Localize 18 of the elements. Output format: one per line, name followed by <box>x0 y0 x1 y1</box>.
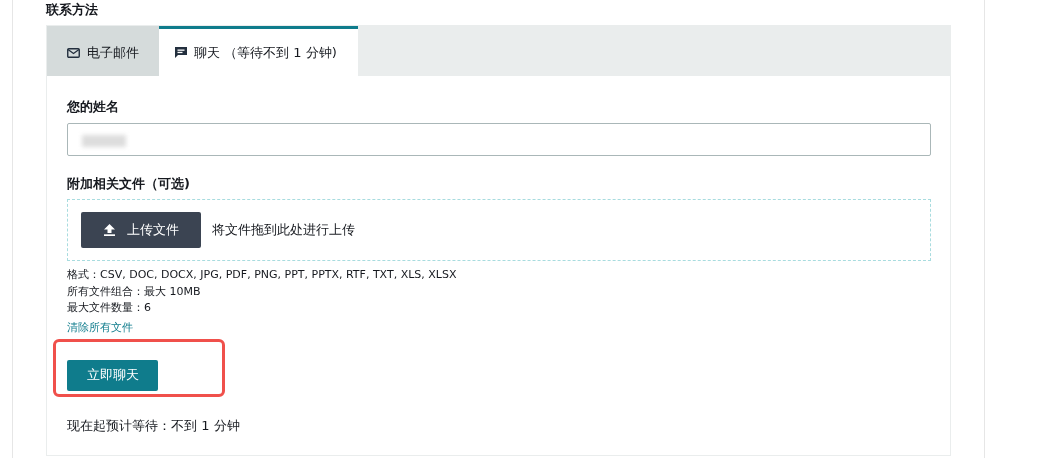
name-field[interactable] <box>67 123 931 156</box>
chat-icon <box>175 47 187 58</box>
field-label: 您的姓名 <box>67 98 119 116</box>
mail-icon <box>67 47 80 58</box>
chat-now-button[interactable]: 立即聊天 <box>67 359 158 391</box>
field-label: 附加相关文件（可选) <box>67 175 190 193</box>
section-title: 联系方法 <box>46 1 98 18</box>
upload-button[interactable]: 上传文件 <box>81 212 201 248</box>
clear-files-link[interactable]: 清除所有文件 <box>67 319 133 335</box>
upload-icon <box>103 224 115 236</box>
tab[interactable]: 聊天 （等待不到 1 分钟) <box>159 26 358 76</box>
drop-hint: 将文件拖到此处进行上传 <box>212 221 355 239</box>
drop-zone[interactable]: 上传文件 将文件拖到此处进行上传 <box>67 199 931 261</box>
file-limit-note: 最大文件数量：6 <box>67 300 151 316</box>
wait-time-text: 现在起预计等待：不到 1 分钟 <box>67 416 240 435</box>
file-limit-note: 所有文件组合：最大 10MB <box>67 283 201 300</box>
tab[interactable]: 电子邮件 <box>47 26 159 76</box>
file-limit-note: 格式：CSV, DOC, DOCX, JPG, PDF, PNG, PPT, PPTX, RTF, TXT, XLS, XLSX <box>67 267 457 283</box>
